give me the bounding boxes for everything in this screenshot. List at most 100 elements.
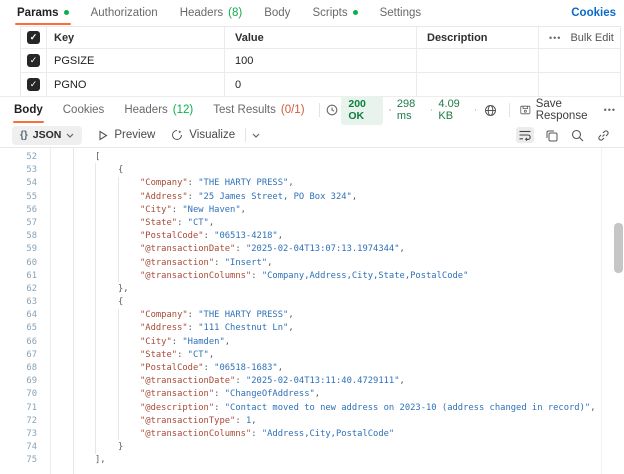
scrollbar-thumb[interactable] [614,223,623,273]
json-token: , [399,244,405,255]
json-token: : [251,270,262,281]
code-line: 54 "Company": "THE HARTY PRESS", [0,177,624,190]
bulk-edit-button[interactable]: Bulk Edit [570,32,613,44]
column-options-icon[interactable]: ••• [549,33,561,43]
json-token: "@transactionColumns" [140,270,252,281]
code-content: "@transactionDate": "2025-02-04T13:07:13… [140,243,405,256]
wrap-text-button[interactable] [516,127,534,143]
line-number: 65 [26,323,37,334]
code-line: 59 "@transactionDate": "2025-02-04T13:07:… [0,243,624,256]
json-token: "City" [140,336,172,347]
tab-settings[interactable]: Settings [369,0,433,25]
key-column-header: Key [47,27,225,48]
json-code: 52 [53 {54 "Company": "THE HARTY PRESS", 55 "… [0,151,624,468]
save-icon [520,105,531,115]
code-content: "@transaction": "Insert", [140,257,272,270]
param-key-cell[interactable]: PGSIZE [47,49,225,72]
param-description-cell[interactable] [417,73,539,96]
code-content: "@description": "Contact moved to new ad… [140,402,595,415]
tab-test-results[interactable]: Test Results (0/1) [203,97,314,123]
json-token: "New Haven" [182,204,241,215]
json-token: "City" [140,204,172,215]
json-token: , [288,323,294,334]
select-all-checkbox[interactable]: ✓ [27,31,40,44]
response-more-options-icon[interactable]: ••• [604,105,616,115]
code-content: "Company": "THE HARTY PRESS", [140,177,294,190]
divider [318,103,320,117]
tab-headers[interactable]: Headers (12) [114,97,203,123]
code-content: { [118,296,123,309]
line-number: 62 [26,283,37,294]
status-badge[interactable]: 200 OK [341,95,384,125]
request-tabs-bar: Params Authorization Headers (8) Body Scripts… [0,0,624,25]
response-meta: 200 OK 298 ms 4.09 KB Save Response ••• [341,95,620,125]
json-token: "@transactionType" [140,415,236,426]
save-response-button[interactable]: Save Response [520,98,598,122]
code-content: [ [95,151,100,164]
json-token: "@transactionDate" [140,376,236,387]
line-number: 72 [26,415,37,426]
json-token: }, [118,283,129,294]
json-token: : [187,178,199,189]
param-value-cell[interactable]: 0 [225,73,417,96]
line-number: 58 [26,231,37,242]
param-key-cell[interactable]: PGNO [47,73,225,96]
json-token: : [214,402,225,413]
json-token: "111 Chestnut Ln" [198,323,289,334]
divider [509,103,511,117]
line-number: 68 [26,363,37,373]
code-line: 52 [ [0,151,624,164]
json-token: : [214,389,225,400]
code-line: 64 "Company": "THE HARTY PRESS", [0,309,624,322]
code-content: ], [95,454,106,467]
row-checkbox[interactable]: ✓ [27,54,40,67]
line-number: 55 [26,191,37,202]
param-description-cell[interactable] [417,49,539,72]
preview-label: Preview [114,129,156,141]
tab-authorization[interactable]: Authorization [80,0,169,25]
divider [245,128,247,142]
json-token: "25 James Street, PO Box 324" [198,191,352,202]
response-size[interactable]: 4.09 KB [438,98,468,122]
copy-icon[interactable] [543,127,560,144]
link-icon[interactable] [595,127,612,144]
json-token: "THE HARTY PRESS" [198,178,289,189]
cookies-link[interactable]: Cookies [571,7,618,19]
tab-params[interactable]: Params [6,0,80,25]
row-checkbox[interactable]: ✓ [27,78,40,91]
json-token: : [171,204,183,215]
line-number: 70 [26,389,37,400]
code-line: 74} [0,441,624,454]
tab-label: Params [17,6,59,19]
json-token: "Contact moved to new address on 2023-10… [224,402,591,413]
code-content: "@transaction": "ChangeOfAddress", [140,388,320,401]
tab-count-badge: (0/1) [280,104,305,116]
code-content: "State": "CT", [140,217,214,230]
json-token: : [171,336,183,347]
tab-headers[interactable]: Headers (8) [169,0,254,25]
code-content: "State": "CT", [140,349,214,362]
tab-cookies[interactable]: Cookies [53,97,115,123]
json-token: : [203,231,215,242]
json-token: "Address,City,PostalCode" [261,428,395,439]
param-value-cell[interactable]: 100 [225,49,417,72]
response-time[interactable]: 298 ms [397,98,425,122]
tab-scripts[interactable]: Scripts [301,0,368,25]
braces-icon: {} [20,129,28,141]
search-icon[interactable] [569,127,586,144]
visualize-button[interactable]: Visualize [171,129,235,141]
tab-body[interactable]: Body [253,0,301,25]
format-select-button[interactable]: {} JSON [12,125,83,145]
json-token: "Address" [140,323,188,334]
line-number: 57 [26,217,37,228]
json-token: "THE HARTY PRESS" [198,310,289,321]
preview-button[interactable]: Preview [98,129,155,141]
visualize-icon [172,130,183,140]
json-token: "2025-02-04T13:11:40.4729111" [245,376,400,387]
visualize-label: Visualize [189,129,236,141]
visualize-dropdown-chevron-icon[interactable] [250,131,262,140]
response-history-icon[interactable] [323,101,341,119]
network-info-icon[interactable] [482,102,499,119]
tab-body[interactable]: Body [4,97,53,123]
play-icon [99,130,108,140]
